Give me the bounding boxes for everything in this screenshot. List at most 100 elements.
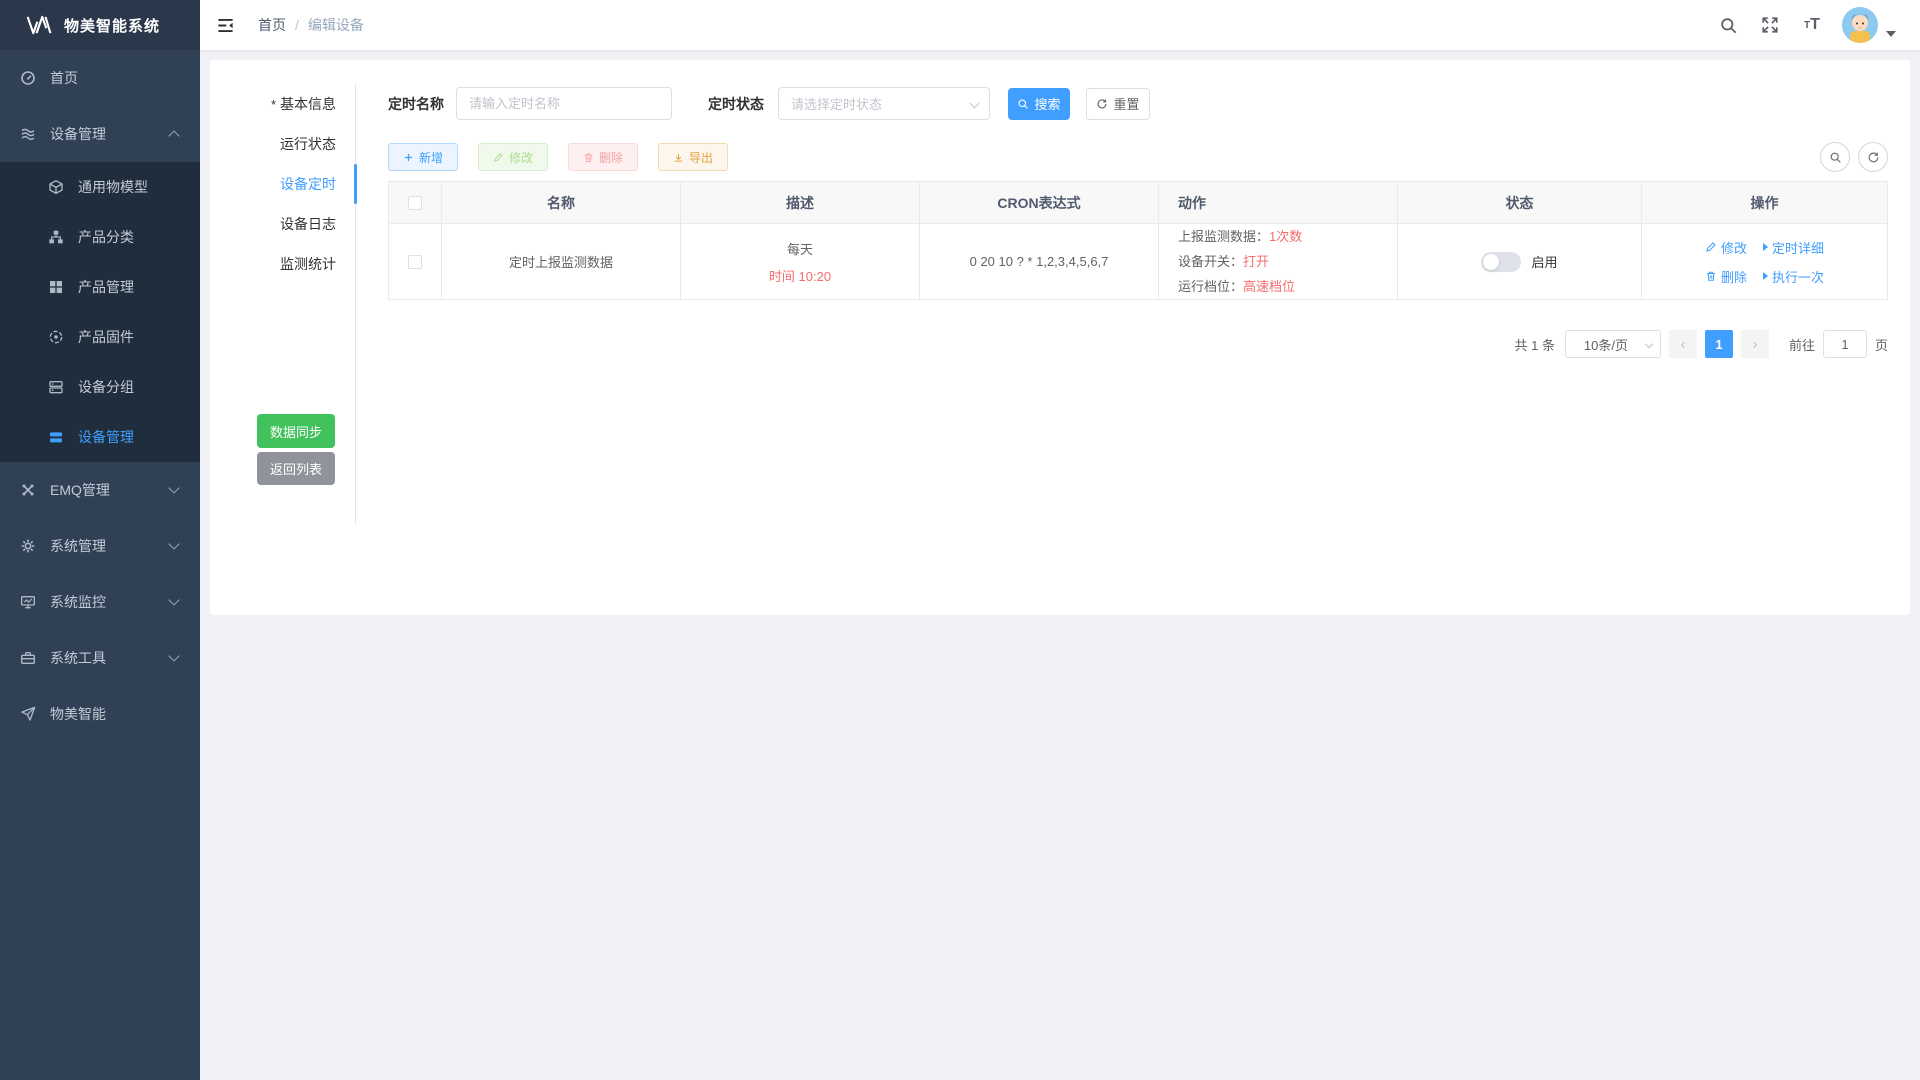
- firmware-icon: [48, 329, 64, 345]
- timer-status-select[interactable]: 请选择定时状态: [778, 87, 990, 120]
- tab-device-timer[interactable]: 设备定时: [210, 164, 355, 204]
- page-number-1[interactable]: 1: [1705, 330, 1733, 358]
- sidebar-item-emq-management[interactable]: EMQ管理: [0, 462, 200, 518]
- chevron-up-icon: [168, 130, 179, 141]
- emq-icon: [20, 482, 36, 498]
- refresh-table-button[interactable]: [1858, 142, 1888, 172]
- table-header-row: 名称 描述 CRON表达式 动作 状态 操作: [389, 182, 1888, 224]
- sidebar-item-system-management[interactable]: 系统管理: [0, 518, 200, 574]
- tab-label: 基本信息: [280, 94, 336, 114]
- page-size-select[interactable]: 10条/页: [1565, 330, 1661, 358]
- sidebar-item-device-management-active[interactable]: 设备管理: [0, 412, 200, 462]
- refresh-icon: [1096, 98, 1108, 110]
- sidebar-item-product-firmware[interactable]: 产品固件: [0, 312, 200, 362]
- cell-name: 定时上报监测数据: [442, 224, 681, 300]
- timer-name-input[interactable]: [456, 87, 672, 120]
- row-timer-detail-link[interactable]: 定时详细: [1763, 238, 1824, 257]
- tab-label: 设备定时: [280, 174, 336, 194]
- tab-device-log[interactable]: 设备日志: [210, 204, 355, 244]
- fullscreen-button[interactable]: [1758, 13, 1782, 37]
- breadcrumb-current: 编辑设备: [308, 15, 364, 35]
- next-page-button[interactable]: ›: [1741, 330, 1769, 358]
- header-actions: TT: [1698, 7, 1920, 43]
- font-size-button[interactable]: TT: [1800, 13, 1824, 37]
- breadcrumb-separator: /: [295, 17, 299, 33]
- timer-panel: 定时名称 定时状态 请选择定时状态 搜索 重置: [356, 60, 1910, 615]
- cell-status: 启用: [1398, 224, 1642, 300]
- caret-right-icon: [1763, 243, 1768, 251]
- layers-icon: [20, 126, 36, 142]
- pagination-total: 共 1 条: [1515, 335, 1555, 354]
- user-menu[interactable]: [1842, 7, 1896, 43]
- sidebar-toggle-button[interactable]: [200, 0, 250, 50]
- chevron-down-icon: [168, 482, 179, 493]
- column-operations: 操作: [1642, 182, 1888, 224]
- cell-action: 上报监测数据：1次数 设备开关：打开 运行档位：高速档位: [1159, 224, 1398, 300]
- sidebar-item-label: 首页: [50, 68, 78, 88]
- edit-device-card: * 基本信息 运行状态 设备定时 设备日志 监测统计 数据同步 返回列表 定时名…: [210, 60, 1910, 615]
- add-button[interactable]: 新增: [388, 143, 458, 171]
- tab-running-status[interactable]: 运行状态: [210, 124, 355, 164]
- avatar[interactable]: [1842, 7, 1878, 43]
- select-all-checkbox[interactable]: [408, 196, 422, 210]
- timer-status-label: 定时状态: [708, 94, 764, 114]
- sidebar-menu: 首页 设备管理 通用物模型 产品分类 产品管理 产品固件: [0, 50, 200, 742]
- sidebar-item-thing-model[interactable]: 通用物模型: [0, 162, 200, 212]
- table-toolbar: 新增 修改 删除 导出: [388, 142, 1888, 172]
- sidebar-item-label: 通用物模型: [78, 177, 148, 197]
- pagination: 共 1 条 10条/页 ‹ 1 › 前往 页: [388, 330, 1888, 358]
- app-logo[interactable]: 物美智能系统: [0, 0, 200, 50]
- row-edit-link[interactable]: 修改: [1705, 238, 1747, 257]
- delete-button[interactable]: 删除: [568, 143, 638, 171]
- export-button[interactable]: 导出: [658, 143, 728, 171]
- status-text: 启用: [1531, 252, 1557, 271]
- tab-label: 设备日志: [280, 214, 336, 234]
- data-sync-button[interactable]: 数据同步: [257, 414, 335, 448]
- trash-icon: [1705, 270, 1717, 282]
- goto-page-input[interactable]: [1823, 330, 1867, 358]
- tab-monitor-statistics[interactable]: 监测统计: [210, 244, 355, 284]
- row-delete-link[interactable]: 删除: [1705, 267, 1747, 286]
- sidebar-item-wumei-smart[interactable]: 物美智能: [0, 686, 200, 742]
- edit-button[interactable]: 修改: [478, 143, 548, 171]
- desc-frequency: 每天: [681, 239, 919, 258]
- reset-button[interactable]: 重置: [1086, 88, 1150, 120]
- sidebar-item-label: 产品分类: [78, 227, 134, 247]
- sidebar-item-product-management[interactable]: 产品管理: [0, 262, 200, 312]
- tab-basic-info[interactable]: * 基本信息: [210, 84, 355, 124]
- sidebar-item-product-category[interactable]: 产品分类: [0, 212, 200, 262]
- row-checkbox[interactable]: [408, 255, 422, 269]
- filter-form: 定时名称 定时状态 请选择定时状态 搜索 重置: [388, 87, 1888, 120]
- toggle-search-button[interactable]: [1820, 142, 1850, 172]
- search-button[interactable]: 搜索: [1008, 88, 1070, 120]
- device-group-icon: [48, 379, 64, 395]
- sidebar-item-device-group[interactable]: 设备分组: [0, 362, 200, 412]
- sidebar-item-label: 设备分组: [78, 377, 134, 397]
- back-to-list-button[interactable]: 返回列表: [257, 452, 335, 485]
- sidebar-item-label: 系统管理: [50, 536, 106, 556]
- sidebar-item-home[interactable]: 首页: [0, 50, 200, 106]
- row-run-once-link[interactable]: 执行一次: [1763, 267, 1824, 286]
- monitor-icon: [20, 594, 36, 610]
- sidebar-item-label: 物美智能: [50, 704, 106, 724]
- gear-icon: [20, 538, 36, 554]
- sidebar-item-device-management[interactable]: 设备管理: [0, 106, 200, 162]
- required-mark: *: [271, 97, 276, 112]
- prev-page-button[interactable]: ‹: [1669, 330, 1697, 358]
- breadcrumb-home[interactable]: 首页: [258, 15, 286, 35]
- hamburger-icon: [216, 16, 235, 35]
- header-search-button[interactable]: [1716, 13, 1740, 37]
- table-mini-actions: [1812, 142, 1888, 172]
- breadcrumb: 首页 / 编辑设备: [258, 15, 364, 35]
- sidebar-item-system-tools[interactable]: 系统工具: [0, 630, 200, 686]
- table-row: 定时上报监测数据 每天 时间 10:20 0 20 10 ? * 1,2,3,4…: [389, 224, 1888, 300]
- status-toggle[interactable]: [1481, 252, 1521, 272]
- column-name: 名称: [442, 182, 681, 224]
- desc-time: 时间 10:20: [681, 266, 919, 285]
- sidebar-item-label: 系统监控: [50, 592, 106, 612]
- search-icon: [1719, 16, 1738, 35]
- chevron-down-icon: [168, 594, 179, 605]
- timer-name-label: 定时名称: [388, 94, 444, 114]
- sidebar-item-system-monitor[interactable]: 系统监控: [0, 574, 200, 630]
- device-management-submenu: 通用物模型 产品分类 产品管理 产品固件 设备分组 设备管理: [0, 162, 200, 462]
